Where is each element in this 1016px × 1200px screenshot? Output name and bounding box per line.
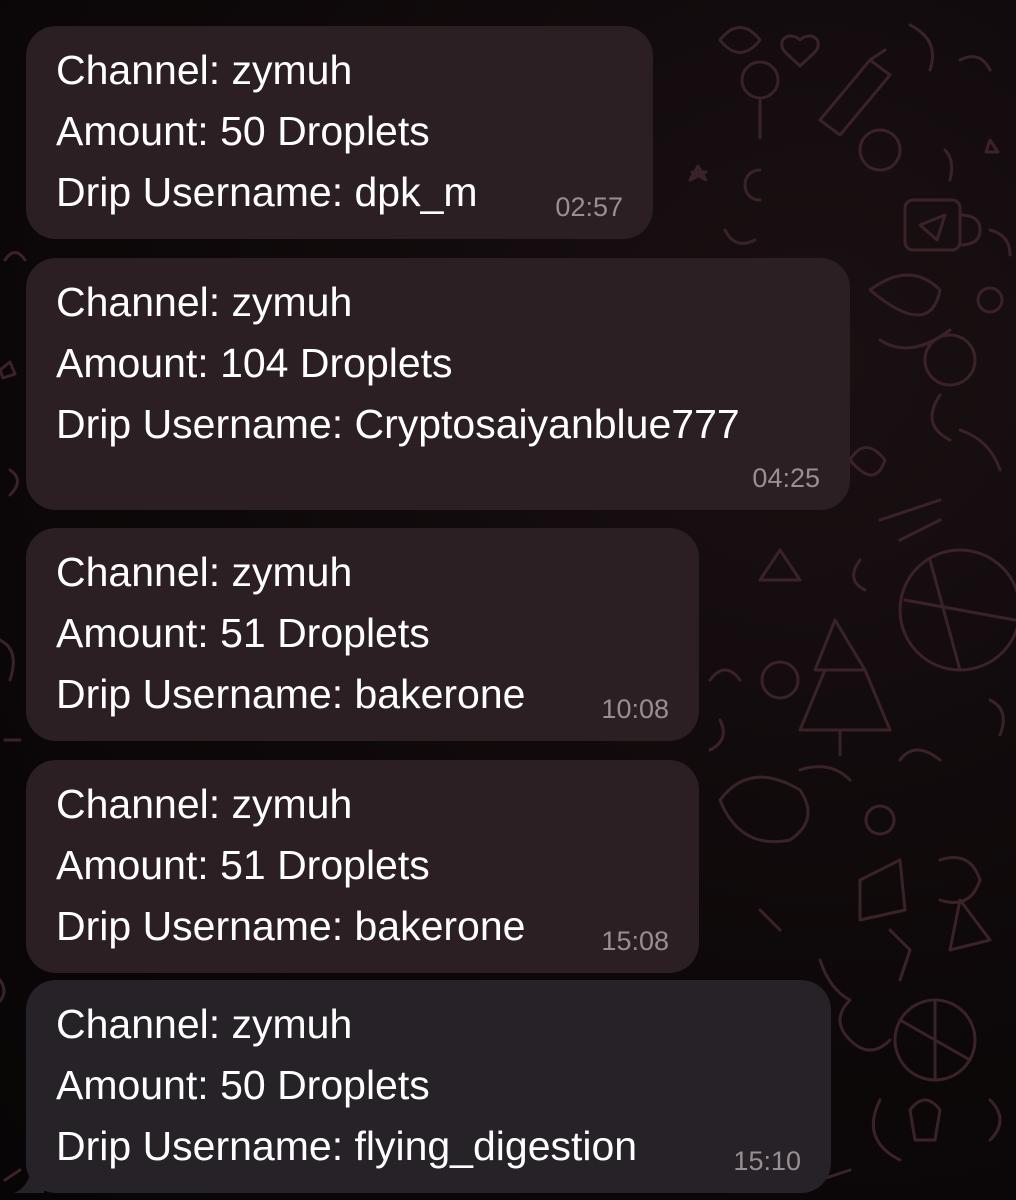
username-line: Drip Username: dpk_m	[56, 169, 478, 215]
channel-line: Channel: zymuh	[56, 1001, 353, 1047]
message-bubble[interactable]: Channel: zymuh Amount: 104 Droplets Drip…	[26, 258, 850, 510]
amount-line: Amount: 104 Droplets	[56, 340, 453, 386]
amount-line: Amount: 50 Droplets	[56, 108, 430, 154]
amount-line: Amount: 51 Droplets	[56, 610, 430, 656]
username-line: Drip Username: bakerone	[56, 903, 526, 949]
message-time: 04:25	[752, 463, 820, 493]
channel-line: Channel: zymuh	[56, 781, 353, 827]
message-time: 15:10	[733, 1146, 801, 1176]
channel-line: Channel: zymuh	[56, 47, 353, 93]
username-line: Drip Username: bakerone	[56, 671, 526, 717]
message-time: 10:08	[601, 694, 669, 724]
message-bubble[interactable]: Channel: zymuh Amount: 51 Droplets Drip …	[26, 528, 699, 741]
message-bubble[interactable]: Channel: zymuh Amount: 50 Droplets Drip …	[14, 980, 831, 1193]
amount-line: Amount: 50 Droplets	[56, 1062, 430, 1108]
amount-line: Amount: 51 Droplets	[56, 842, 430, 888]
channel-line: Channel: zymuh	[56, 279, 353, 325]
chat-background: Channel: zymuh Amount: 50 Droplets Drip …	[0, 0, 1016, 1200]
message-bubble[interactable]: Channel: zymuh Amount: 51 Droplets Drip …	[26, 760, 699, 973]
username-line: Drip Username: Cryptosaiyanblue777	[56, 401, 740, 447]
message-bubble[interactable]: Channel: zymuh Amount: 50 Droplets Drip …	[26, 26, 653, 239]
username-line: Drip Username: flying_digestion	[56, 1123, 638, 1169]
message-time: 02:57	[555, 192, 623, 222]
bubble-tail	[14, 1163, 44, 1193]
channel-line: Channel: zymuh	[56, 549, 353, 595]
message-time: 15:08	[601, 926, 669, 956]
